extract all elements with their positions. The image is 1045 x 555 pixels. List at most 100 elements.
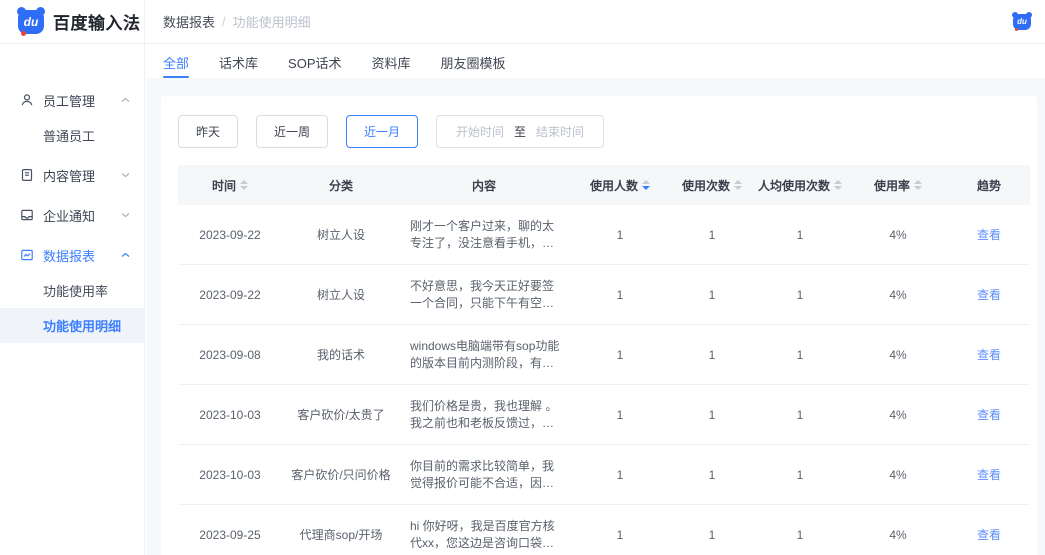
cell-avg: 1 [752,325,848,384]
cell-times: 1 [672,505,752,555]
brand-name: 百度输入法 [53,9,141,34]
chevron-up-icon [121,252,130,258]
cell-content: 刚才一个客户过来，聊的太专注了，没注意看手机，现在才回... [400,205,568,264]
column-header-time[interactable]: 时间 [178,165,282,205]
cell-times: 1 [672,205,752,264]
sort-icon[interactable] [834,180,842,190]
usage-detail-table: 时间 分类 内容 使用人数 使用次数 人均使用次数 使用 [178,165,1030,555]
cell-times: 1 [672,325,752,384]
cell-category: 树立人设 [282,265,400,324]
table-header-row: 时间 分类 内容 使用人数 使用次数 人均使用次数 使用 [178,165,1030,205]
tab-sop-script[interactable]: SOP话术 [288,44,341,78]
breadcrumb-current: 功能使用明细 [233,12,311,31]
column-header-usage-rate[interactable]: 使用率 [848,165,948,205]
notice-icon [20,208,34,222]
date-range-picker[interactable]: 开始时间 至 结束时间 [436,115,604,148]
view-trend-link[interactable]: 查看 [977,346,1001,363]
view-trend-link[interactable]: 查看 [977,406,1001,423]
tab-material-library[interactable]: 资料库 [372,44,411,78]
cell-rate: 4% [848,505,948,555]
cell-content: 不好意思，我今天正好要签一个合同，只能下午有空。您下午... [400,265,568,324]
end-date-placeholder: 结束时间 [536,123,584,140]
table-row: 2023-09-25 代理商sop/开场 hi 你好呀，我是百度官方核代xx，您… [178,505,1030,555]
start-date-placeholder: 开始时间 [456,123,504,140]
filter-last-week-button[interactable]: 近一周 [256,115,328,148]
cell-trend: 查看 [948,505,1030,555]
cell-users: 1 [568,445,672,504]
cell-avg: 1 [752,265,848,324]
sort-icon[interactable] [734,180,742,190]
cell-category: 客户砍价/只问价格 [282,445,400,504]
sidebar-nav: 员工管理 普通员工 内容管理 企业通知 [0,44,145,555]
cell-time: 2023-09-08 [178,325,282,384]
cell-avg: 1 [752,205,848,264]
table-row: 2023-09-22 树立人设 刚才一个客户过来，聊的太专注了，没注意看手机，现… [178,205,1030,265]
table-row: 2023-09-22 树立人设 不好意思，我今天正好要签一个合同，只能下午有空。… [178,265,1030,325]
cell-category: 我的话术 [282,325,400,384]
sort-icon[interactable] [240,180,248,190]
cell-category: 代理商sop/开场 [282,505,400,555]
column-header-category: 分类 [282,165,400,205]
breadcrumb-separator: / [222,14,226,29]
cell-times: 1 [672,265,752,324]
report-icon [20,248,34,262]
view-trend-link[interactable]: 查看 [977,466,1001,483]
cell-avg: 1 [752,385,848,444]
cell-times: 1 [672,445,752,504]
column-header-users[interactable]: 使用人数 [568,165,672,205]
cell-trend: 查看 [948,325,1030,384]
table-row: 2023-10-03 客户砍价/太贵了 我们价格是贵，我也理解 。我之前也和老板… [178,385,1030,445]
sidebar-item-content-management[interactable]: 内容管理 [0,157,144,193]
breadcrumb: 数据报表 / 功能使用明细 [163,12,311,31]
view-trend-link[interactable]: 查看 [977,286,1001,303]
table-row: 2023-10-03 客户砍价/只问价格 你目前的需求比较简单，我觉得报价可能不… [178,445,1030,505]
tab-script-library[interactable]: 话术库 [219,44,258,78]
cell-times: 1 [672,385,752,444]
sidebar-item-enterprise-notice[interactable]: 企业通知 [0,197,144,233]
tab-moments-template[interactable]: 朋友圈模板 [441,44,506,78]
cell-content: 我们价格是贵，我也理解 。我之前也和老板反馈过，但是后来... [400,385,568,444]
sidebar-item-regular-employee[interactable]: 普通员工 [0,118,144,153]
sidebar-item-employee-management[interactable]: 员工管理 [0,82,144,118]
user-icon [20,93,34,107]
brand-logo[interactable]: du 百度输入法 [0,0,145,44]
time-filters: 昨天 近一周 近一月 开始时间 至 结束时间 [178,115,1030,148]
column-header-avg-times[interactable]: 人均使用次数 [752,165,848,205]
sidebar-item-feature-usage-detail[interactable]: 功能使用明细 [0,308,144,343]
mini-app-logo-icon[interactable]: du [1013,14,1031,30]
top-header: du 百度输入法 数据报表 / 功能使用明细 du [0,0,1045,44]
view-trend-link[interactable]: 查看 [977,526,1001,543]
cell-rate: 4% [848,325,948,384]
filter-yesterday-button[interactable]: 昨天 [178,115,238,148]
sort-icon[interactable] [914,180,922,190]
baidu-bear-logo-icon: du [18,10,44,34]
table-row: 2023-09-08 我的话术 windows电脑端带有sop功能的版本目前内测… [178,325,1030,385]
cell-time: 2023-09-22 [178,205,282,264]
cell-users: 1 [568,505,672,555]
sort-icon-active-desc[interactable] [642,180,650,190]
cell-users: 1 [568,205,672,264]
breadcrumb-section[interactable]: 数据报表 [163,12,215,31]
column-header-trend: 趋势 [948,165,1030,205]
cell-trend: 查看 [948,265,1030,324]
main-content: 全部 话术库 SOP话术 资料库 朋友圈模板 昨天 近一周 近一月 开始时间 至… [146,44,1045,555]
cell-rate: 4% [848,205,948,264]
chevron-down-icon [121,172,130,178]
cell-rate: 4% [848,265,948,324]
column-header-content: 内容 [400,165,568,205]
cell-trend: 查看 [948,445,1030,504]
sidebar-item-data-report[interactable]: 数据报表 [0,237,144,273]
filter-last-month-button[interactable]: 近一月 [346,115,418,148]
cell-time: 2023-09-25 [178,505,282,555]
cell-users: 1 [568,265,672,324]
cell-trend: 查看 [948,385,1030,444]
document-icon [20,168,34,182]
cell-time: 2023-10-03 [178,445,282,504]
view-trend-link[interactable]: 查看 [977,226,1001,243]
tab-all[interactable]: 全部 [163,44,189,78]
column-header-times[interactable]: 使用次数 [672,165,752,205]
sidebar-item-feature-usage-rate[interactable]: 功能使用率 [0,273,144,308]
cell-content: 你目前的需求比较简单，我觉得报价可能不合适，因为同样产... [400,445,568,504]
cell-trend: 查看 [948,205,1030,264]
cell-rate: 4% [848,445,948,504]
